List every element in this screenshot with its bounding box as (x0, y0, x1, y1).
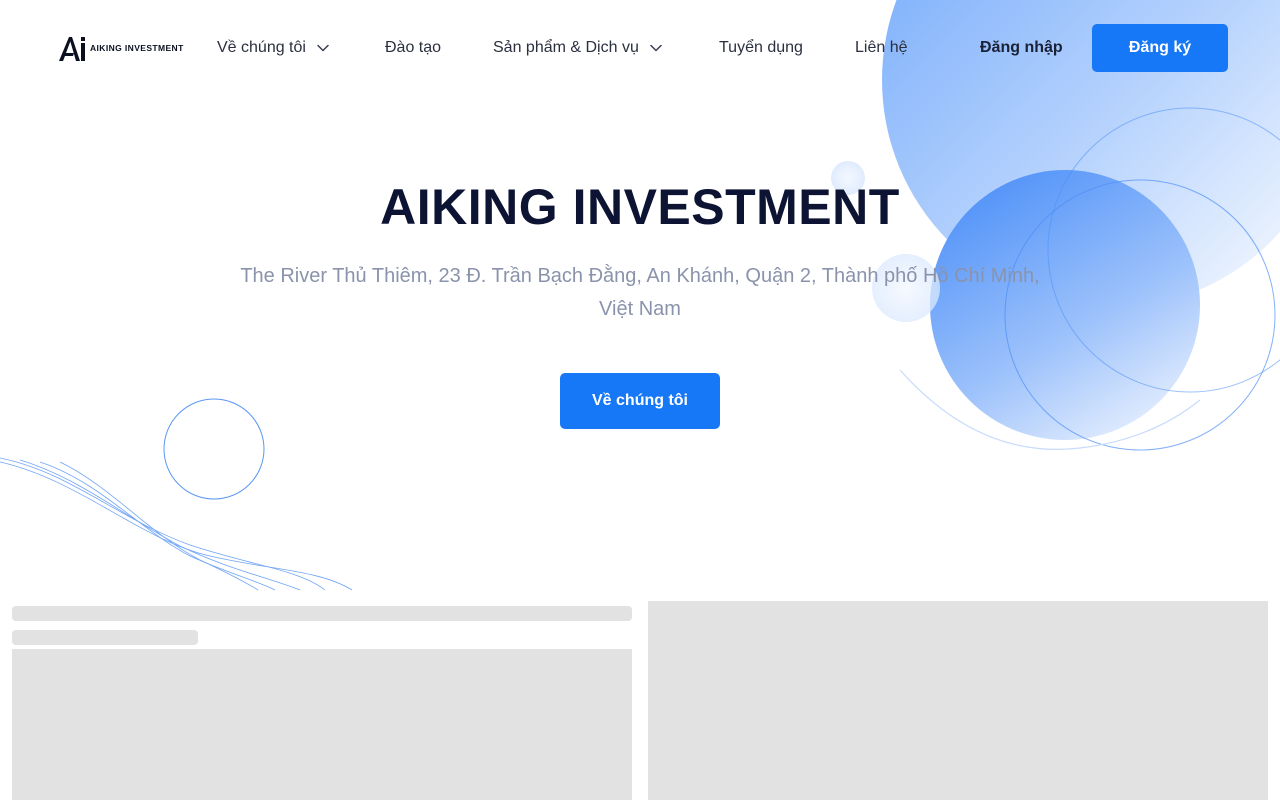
hero-address: The River Thủ Thiêm, 23 Đ. Trần Bạch Đằn… (240, 265, 1040, 320)
decor-arc (899, 369, 1201, 450)
nav-item-dao-tao[interactable]: Đào tạo (385, 36, 441, 60)
decor-ring-right-2 (1047, 107, 1280, 393)
nav-item-tuyen-dung[interactable]: Tuyển dụng (719, 36, 803, 60)
page: AIKING INVESTMENT Về chúng tôi Đào tạo S… (0, 0, 1280, 800)
nav-item-lien-he[interactable]: Liên hệ (855, 36, 908, 60)
logo[interactable]: AIKING INVESTMENT (58, 34, 184, 62)
nav-item-label: Sản phẩm & Dịch vụ (493, 39, 639, 56)
chevron-down-icon (317, 44, 329, 52)
skeleton-line (12, 606, 632, 621)
aiking-logo-icon (59, 37, 85, 61)
skeleton-block-left (12, 649, 632, 800)
decor-ring-left (163, 398, 265, 500)
login-link[interactable]: Đăng nhập (980, 36, 1063, 60)
nav-item-label: Về chúng tôi (217, 39, 306, 56)
skeleton-block-right (648, 601, 1268, 800)
register-button[interactable]: Đăng ký (1092, 24, 1228, 72)
nav-item-label: Đào tạo (385, 39, 442, 56)
decor-waves-left (0, 457, 353, 591)
about-us-button[interactable]: Về chúng tôi (560, 373, 720, 429)
nav-item-ve-chung-toi[interactable]: Về chúng tôi (217, 36, 330, 60)
logo-text: AIKING INVESTMENT (90, 43, 184, 53)
nav-item-label: Tuyển dụng (719, 39, 803, 56)
chevron-down-icon (650, 44, 662, 52)
nav-item-label: Liên hệ (855, 39, 908, 56)
skeleton-line-short (12, 630, 198, 645)
hero-title: AIKING INVESTMENT (380, 179, 900, 235)
nav-item-san-pham-dich-vu[interactable]: Sản phẩm & Dịch vụ (493, 36, 663, 60)
site-header: AIKING INVESTMENT Về chúng tôi Đào tạo S… (0, 0, 1280, 96)
